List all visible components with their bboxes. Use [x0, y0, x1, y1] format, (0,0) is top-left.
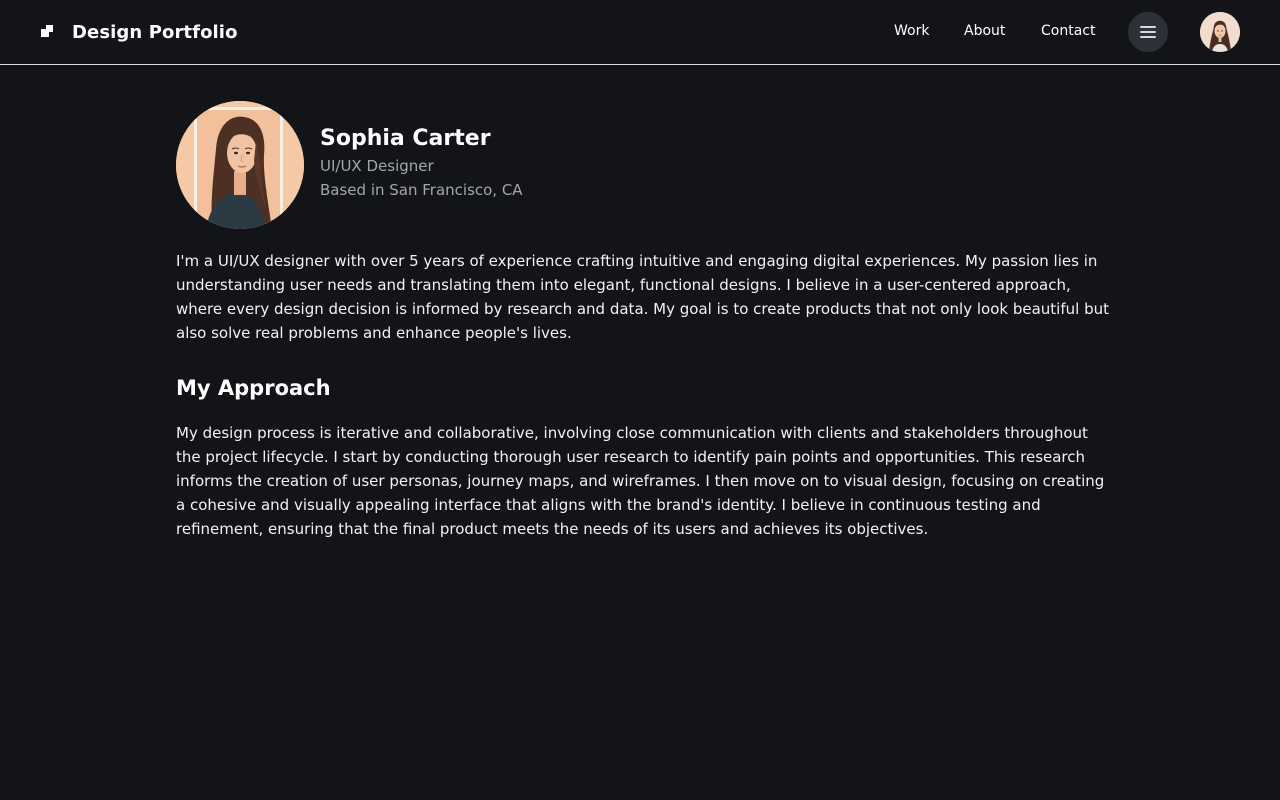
top-nav-bar: Design Portfolio Work About Contact [0, 0, 1280, 65]
approach-paragraph: My design process is iterative and colla… [176, 424, 1105, 538]
profile-role: UI/UX Designer [320, 157, 434, 175]
profile-location: Based in San Francisco, CA [320, 181, 523, 199]
approach-heading: My Approach [176, 376, 331, 400]
profile-portrait-icon [176, 101, 304, 229]
hamburger-icon [1140, 26, 1156, 38]
brand-logo-icon [41, 25, 55, 39]
brand-title: Design Portfolio [72, 21, 238, 43]
nav-link-about[interactable]: About [964, 23, 1005, 39]
avatar-portrait-icon [1200, 12, 1240, 52]
profile-name: Sophia Carter [320, 126, 491, 151]
brand-home-link[interactable]: Design Portfolio [41, 20, 238, 44]
nav-link-work[interactable]: Work [894, 23, 929, 39]
profile-photo [176, 101, 304, 229]
bio-paragraph: I'm a UI/UX designer with over 5 years o… [176, 252, 1109, 342]
user-avatar[interactable] [1200, 12, 1240, 52]
nav-link-contact[interactable]: Contact [1041, 23, 1095, 39]
menu-button[interactable] [1128, 12, 1168, 52]
